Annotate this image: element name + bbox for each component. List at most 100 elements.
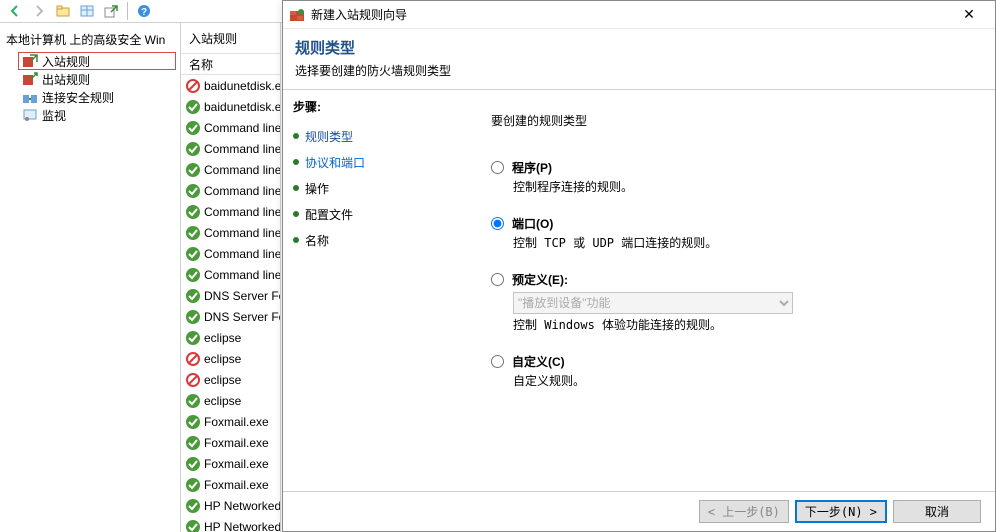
- rule-row[interactable]: Foxmail.exe: [181, 474, 280, 495]
- radio-desc: 控制程序连接的规则。: [513, 178, 977, 195]
- rule-row[interactable]: Command line: [181, 117, 280, 138]
- radio-row[interactable]: 程序(P): [491, 159, 977, 176]
- tree-root-title[interactable]: 本地计算机 上的高级安全 Win: [0, 29, 180, 52]
- radio-option-custom: 自定义(C) 自定义规则。: [491, 353, 977, 389]
- rule-row[interactable]: Foxmail.exe: [181, 432, 280, 453]
- allow-icon: [185, 120, 201, 136]
- tree-item-connsec[interactable]: 连接安全规则: [0, 88, 180, 106]
- rule-row[interactable]: Command line: [181, 159, 280, 180]
- tree-item-monitor[interactable]: 监视: [0, 106, 180, 124]
- rule-row[interactable]: eclipse: [181, 327, 280, 348]
- tree-item-label: 出站规则: [42, 71, 90, 88]
- radio-label: 预定义(E):: [512, 271, 568, 288]
- rule-name: Command line: [204, 163, 280, 177]
- radio-program[interactable]: [491, 161, 504, 174]
- predefined-dropdown: "播放到设备"功能: [513, 292, 793, 314]
- wizard-step: 配置文件: [293, 201, 463, 227]
- rule-name: Foxmail.exe: [204, 415, 269, 429]
- rule-name: Command line: [204, 205, 280, 219]
- firewall-icon: [289, 7, 305, 23]
- rule-row[interactable]: Command line: [181, 180, 280, 201]
- rule-name: Foxmail.exe: [204, 457, 269, 471]
- rule-row[interactable]: DNS Server Fo: [181, 306, 280, 327]
- rule-name: baidunetdisk.e: [204, 79, 280, 93]
- rule-row[interactable]: Command line: [181, 243, 280, 264]
- allow-icon: [185, 477, 201, 493]
- allow-icon: [185, 435, 201, 451]
- tree-item-inbound[interactable]: 入站规则: [18, 52, 176, 70]
- allow-icon: [185, 414, 201, 430]
- rule-name: HP Networked: [204, 499, 280, 513]
- radio-desc: 自定义规则。: [513, 372, 977, 389]
- radio-desc: 控制 TCP 或 UDP 端口连接的规则。: [513, 234, 977, 251]
- radio-desc: 控制 Windows 体验功能连接的规则。: [513, 316, 977, 333]
- step-label: 规则类型: [305, 128, 353, 145]
- radio-row[interactable]: 预定义(E):: [491, 271, 977, 288]
- connsec-icon: [22, 89, 38, 105]
- wizard-dialog: 新建入站规则向导 ✕ 规则类型 选择要创建的防火墙规则类型 步骤: 规则类型协议…: [282, 0, 996, 532]
- nav-forward-button[interactable]: [28, 1, 50, 21]
- rule-row[interactable]: DNS Server Fo: [181, 285, 280, 306]
- nav-back-button[interactable]: [4, 1, 26, 21]
- help-button[interactable]: ?: [133, 1, 155, 21]
- content-title: 要创建的规则类型: [491, 112, 977, 129]
- radio-port[interactable]: [491, 217, 504, 230]
- wizard-steps-panel: 步骤: 规则类型协议和端口操作配置文件名称: [283, 90, 473, 491]
- export-button[interactable]: [100, 1, 122, 21]
- allow-icon: [185, 456, 201, 472]
- rule-name: Command line: [204, 226, 280, 240]
- rule-row[interactable]: Foxmail.exe: [181, 453, 280, 474]
- bullet-icon: [293, 237, 299, 243]
- allow-icon: [185, 330, 201, 346]
- list-panel-title: 入站规则: [181, 23, 280, 53]
- wizard-titlebar: 新建入站规则向导 ✕: [283, 1, 995, 29]
- rule-name: eclipse: [204, 394, 241, 408]
- rule-row[interactable]: eclipse: [181, 369, 280, 390]
- radio-custom[interactable]: [491, 355, 504, 368]
- rule-row[interactable]: HP Networked: [181, 495, 280, 516]
- rule-name: Command line: [204, 268, 280, 282]
- wizard-step[interactable]: 协议和端口: [293, 149, 463, 175]
- wizard-step: 操作: [293, 175, 463, 201]
- bullet-icon: [293, 211, 299, 217]
- rule-row[interactable]: Foxmail.exe: [181, 411, 280, 432]
- steps-title: 步骤:: [293, 98, 463, 115]
- rule-row[interactable]: Command line: [181, 138, 280, 159]
- rule-row[interactable]: eclipse: [181, 348, 280, 369]
- next-button[interactable]: 下一步(N) >: [795, 500, 887, 523]
- allow-icon: [185, 246, 201, 262]
- rule-row[interactable]: Command line: [181, 201, 280, 222]
- step-label: 操作: [305, 180, 329, 197]
- cancel-button[interactable]: 取消: [893, 500, 981, 523]
- rule-name: eclipse: [204, 331, 241, 345]
- close-button[interactable]: ✕: [949, 4, 989, 26]
- rule-row[interactable]: baidunetdisk.e: [181, 96, 280, 117]
- allow-icon: [185, 225, 201, 241]
- predefined-select[interactable]: "播放到设备"功能: [513, 292, 793, 314]
- rule-row[interactable]: baidunetdisk.e: [181, 75, 280, 96]
- grid-button[interactable]: [76, 1, 98, 21]
- wizard-footer: < 上一步(B) 下一步(N) > 取消: [283, 491, 995, 531]
- rule-row[interactable]: eclipse: [181, 390, 280, 411]
- allow-icon: [185, 309, 201, 325]
- radio-row[interactable]: 自定义(C): [491, 353, 977, 370]
- monitor-icon: [22, 107, 38, 123]
- tree-item-label: 入站规则: [42, 53, 90, 70]
- back-button[interactable]: < 上一步(B): [699, 500, 789, 523]
- column-header-name[interactable]: 名称: [181, 53, 280, 75]
- step-label: 配置文件: [305, 206, 353, 223]
- rule-row[interactable]: Command line: [181, 264, 280, 285]
- rule-name: Command line: [204, 121, 280, 135]
- radio-predefined[interactable]: [491, 273, 504, 286]
- wizard-step: 规则类型: [293, 123, 463, 149]
- radio-label: 端口(O): [512, 215, 553, 232]
- rule-name: Command line: [204, 184, 280, 198]
- rule-name: Command line: [204, 247, 280, 261]
- rule-row[interactable]: HP Networked: [181, 516, 280, 532]
- tree-item-outbound[interactable]: 出站规则: [0, 70, 180, 88]
- rule-row[interactable]: Command line: [181, 222, 280, 243]
- tree-item-label: 连接安全规则: [42, 89, 114, 106]
- radio-row[interactable]: 端口(O): [491, 215, 977, 232]
- folder-button[interactable]: [52, 1, 74, 21]
- step-label: 名称: [305, 232, 329, 249]
